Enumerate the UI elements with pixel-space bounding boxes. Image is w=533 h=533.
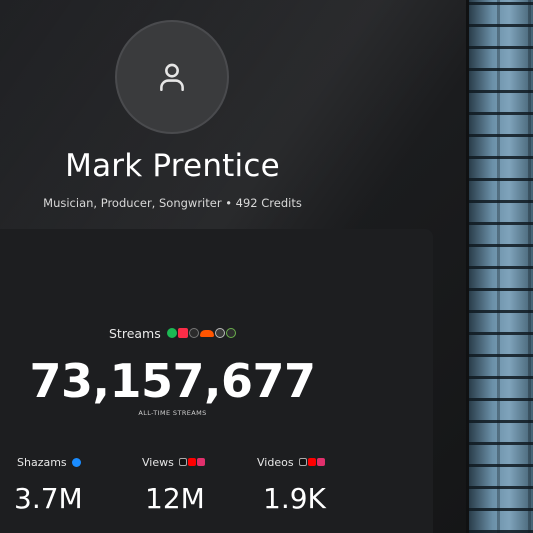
stat-label: Videos	[257, 455, 325, 469]
instagram-icon	[196, 458, 205, 466]
streams-label: Streams	[109, 325, 161, 341]
stat-value: 1.9K	[263, 482, 326, 515]
stat-label: Views	[142, 455, 205, 469]
total-streams: 73,157,677	[29, 354, 316, 408]
stat-views: Views 12M	[142, 455, 205, 533]
brick-wall-background	[466, 0, 533, 533]
stat-label: Shazams	[17, 455, 81, 469]
stat-videos: Videos 1.9K	[257, 455, 326, 533]
profile-bio: Musician, Producer, Songwriter • 492 Cre…	[43, 196, 302, 210]
stat-shazams: Shazams 3.7M	[14, 455, 83, 533]
stat-label-text: Views	[142, 455, 174, 469]
pandora-icon	[225, 328, 236, 338]
youtube-icon	[307, 458, 316, 466]
profile-panel: Mark Prentice Musician, Producer, Songwr…	[0, 0, 466, 533]
profile-name: Mark Prentice	[65, 148, 280, 184]
apple-music-icon	[177, 328, 188, 338]
tiktok-icon	[298, 458, 307, 466]
video-platform-icons	[178, 458, 205, 466]
deezer-icon	[214, 328, 225, 338]
youtube-icon	[187, 458, 196, 466]
platform-icons	[166, 328, 236, 338]
instagram-icon	[316, 458, 325, 466]
spotify-icon	[166, 328, 177, 338]
avatar[interactable]	[115, 20, 229, 134]
shazam-icon	[71, 457, 81, 467]
stat-value: 12M	[145, 482, 205, 515]
streams-sublabel: ALL-TIME STREAMS	[138, 409, 207, 417]
stat-label-text: Videos	[257, 455, 294, 469]
stat-label-text: Shazams	[17, 455, 67, 469]
user-icon	[160, 63, 184, 92]
video-platform-icons	[298, 458, 325, 466]
streams-header: Streams	[109, 325, 236, 341]
stat-value: 3.7M	[14, 482, 83, 515]
tiktok-icon	[178, 458, 187, 466]
tidal-icon	[188, 328, 199, 338]
soundcloud-icon	[199, 329, 214, 337]
